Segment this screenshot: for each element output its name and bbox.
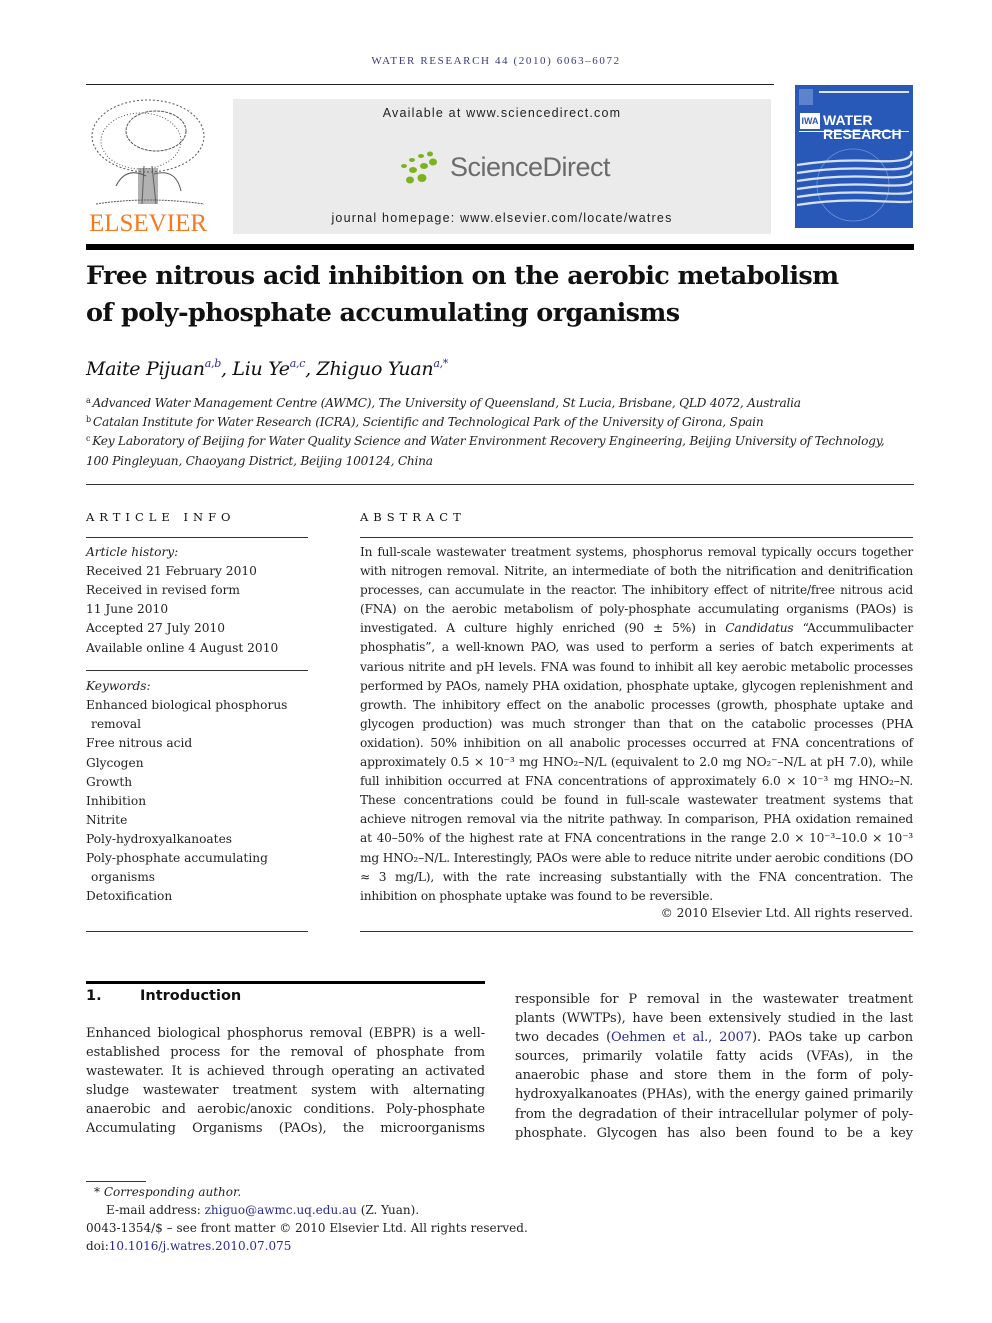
history-label: Article history: — [86, 545, 179, 559]
affiliation-text: Advanced Water Management Centre (AWMC),… — [92, 396, 802, 410]
email-link[interactable]: zhiguo@awmc.uq.edu.au — [205, 1203, 357, 1217]
intro-rule — [86, 981, 485, 984]
cover-title-line1: WATER — [823, 112, 873, 128]
email-label: E-mail address: — [106, 1203, 205, 1217]
author-affil-link[interactable]: a,b — [205, 357, 222, 370]
cover-title: WATER RESEARCH — [823, 113, 902, 141]
email-suffix: (Z. Yuan). — [356, 1203, 420, 1217]
front-matter-note: 0043-1354/$ – see front matter © 2010 El… — [86, 1221, 528, 1235]
keyword: Free nitrous acid — [86, 736, 193, 750]
iwa-logo: IWA — [800, 113, 820, 129]
running-head: WATER RESEARCH 44 (2010) 6063–6072 — [371, 55, 621, 67]
author-separator: , — [220, 358, 233, 380]
keyword: Nitrite — [86, 813, 128, 827]
keyword: Inhibition — [86, 794, 147, 808]
keyword: removal — [91, 717, 141, 731]
keyword: Enhanced biological phosphorus — [86, 698, 288, 712]
journal-cover — [795, 85, 913, 234]
history-rule — [86, 670, 308, 671]
header-rule — [86, 84, 774, 85]
affiliation-mark: a — [86, 396, 91, 405]
author-affil-link[interactable]: a,* — [433, 357, 448, 370]
sciencedirect-dots-icon — [401, 151, 437, 184]
keyword: organisms — [91, 870, 156, 884]
affiliation-mark: c — [86, 434, 91, 443]
abstract-italic-term: Candidatus — [725, 621, 794, 636]
affiliation-mark: b — [86, 415, 91, 424]
history-item: Accepted 27 July 2010 — [86, 621, 226, 635]
keyword: Poly-hydroxyalkanoates — [86, 832, 233, 846]
keyword: Glycogen — [86, 756, 144, 770]
history-item: Received in revised form — [86, 583, 240, 597]
affiliation: a Advanced Water Management Centre (AWMC)… — [86, 396, 916, 410]
affiliation: 100 Pingleyuan, Chaoyang District, Beiji… — [86, 454, 916, 468]
footnote-star: * — [94, 1185, 100, 1199]
author-name: Zhiguo Yuan — [316, 358, 434, 380]
affiliation-text: Catalan Institute for Water Research (IC… — [92, 415, 764, 429]
intro-left-column: Enhanced biological phosphorus removal (… — [86, 1026, 485, 1137]
abstract-text: In full-scale wastewater treatment syste… — [360, 543, 913, 906]
author-name: Maite Pijuan — [86, 358, 205, 380]
intro-text: ). PAOs take up carbon sources, primaril… — [515, 1030, 913, 1141]
elsevier-wordmark: ELSEVIER — [88, 210, 208, 237]
article-info-rule — [86, 537, 308, 538]
keywords-label: Keywords: — [86, 679, 151, 693]
title-line-1: Free nitrous acid inhibition on the aero… — [86, 261, 839, 291]
abstract-copyright: © 2010 Elsevier Ltd. All rights reserved… — [660, 906, 913, 920]
sciencedirect-logo-text: ScienceDirect — [450, 152, 611, 182]
affiliation-text: Key Laboratory of Beijing for Water Qual… — [92, 434, 885, 448]
header-thick-rule — [86, 244, 914, 250]
footnote-rule — [86, 1181, 146, 1182]
author-affil-link[interactable]: a,c — [290, 357, 306, 370]
available-at-link[interactable]: Available at www.sciencedirect.com — [233, 106, 771, 120]
doi-note: doi:10.1016/j.watres.2010.07.075 — [86, 1239, 291, 1253]
corresponding-author-note: * Corresponding author. — [86, 1185, 241, 1199]
keywords-rule — [86, 931, 308, 932]
title-line-2: of poly-phosphate accumulating organisms — [86, 298, 680, 328]
author-name: Liu Ye — [232, 358, 290, 380]
keyword: Growth — [86, 775, 133, 789]
doi-label: doi: — [86, 1239, 109, 1253]
doi-link[interactable]: 10.1016/j.watres.2010.07.075 — [109, 1239, 292, 1253]
affiliation: c Key Laboratory of Beijing for Water Qua… — [86, 434, 916, 448]
section-number: 1. — [86, 988, 102, 1004]
history-item: Received 21 February 2010 — [86, 564, 257, 578]
history-item: 11 June 2010 — [86, 602, 169, 616]
abstract-heading: ABSTRACT — [360, 510, 466, 524]
keyword: Detoxification — [86, 889, 173, 903]
article-title: Free nitrous acid inhibition on the aero… — [86, 258, 886, 332]
abstract-part: “Accummulibacter phosphatis”, a well-kno… — [360, 621, 913, 903]
article-info-heading: ARTICLE INFO — [86, 510, 236, 524]
section-heading-introduction: 1. Introduction — [86, 988, 241, 1004]
cover-wave-graphic-icon — [795, 85, 913, 234]
citation-link[interactable]: Oehmen et al., 2007 — [611, 1030, 752, 1045]
cover-title-line2: RESEARCH — [823, 126, 902, 142]
keyword: Poly-phosphate accumulating — [86, 851, 268, 865]
affiliation: b Catalan Institute for Water Research (I… — [86, 415, 916, 429]
journal-homepage-link[interactable]: journal homepage: www.elsevier.com/locat… — [233, 211, 771, 225]
abstract-bottom-rule — [360, 931, 913, 932]
email-note: E-mail address: zhiguo@awmc.uq.edu.au (Z… — [86, 1203, 419, 1217]
author-list: Maite Pijuana,b, Liu Yea,c, Zhiguo Yuana… — [86, 357, 448, 380]
corresponding-label: Corresponding author. — [103, 1185, 242, 1199]
affiliation-text: 100 Pingleyuan, Chaoyang District, Beiji… — [86, 454, 433, 468]
section-title: Introduction — [140, 988, 242, 1004]
affiliation-rule — [86, 484, 914, 485]
history-item: Available online 4 August 2010 — [86, 641, 279, 655]
author-separator: , — [305, 358, 317, 380]
abstract-rule — [360, 537, 913, 538]
intro-right-column: responsible for P removal in the wastewa… — [515, 990, 913, 1143]
